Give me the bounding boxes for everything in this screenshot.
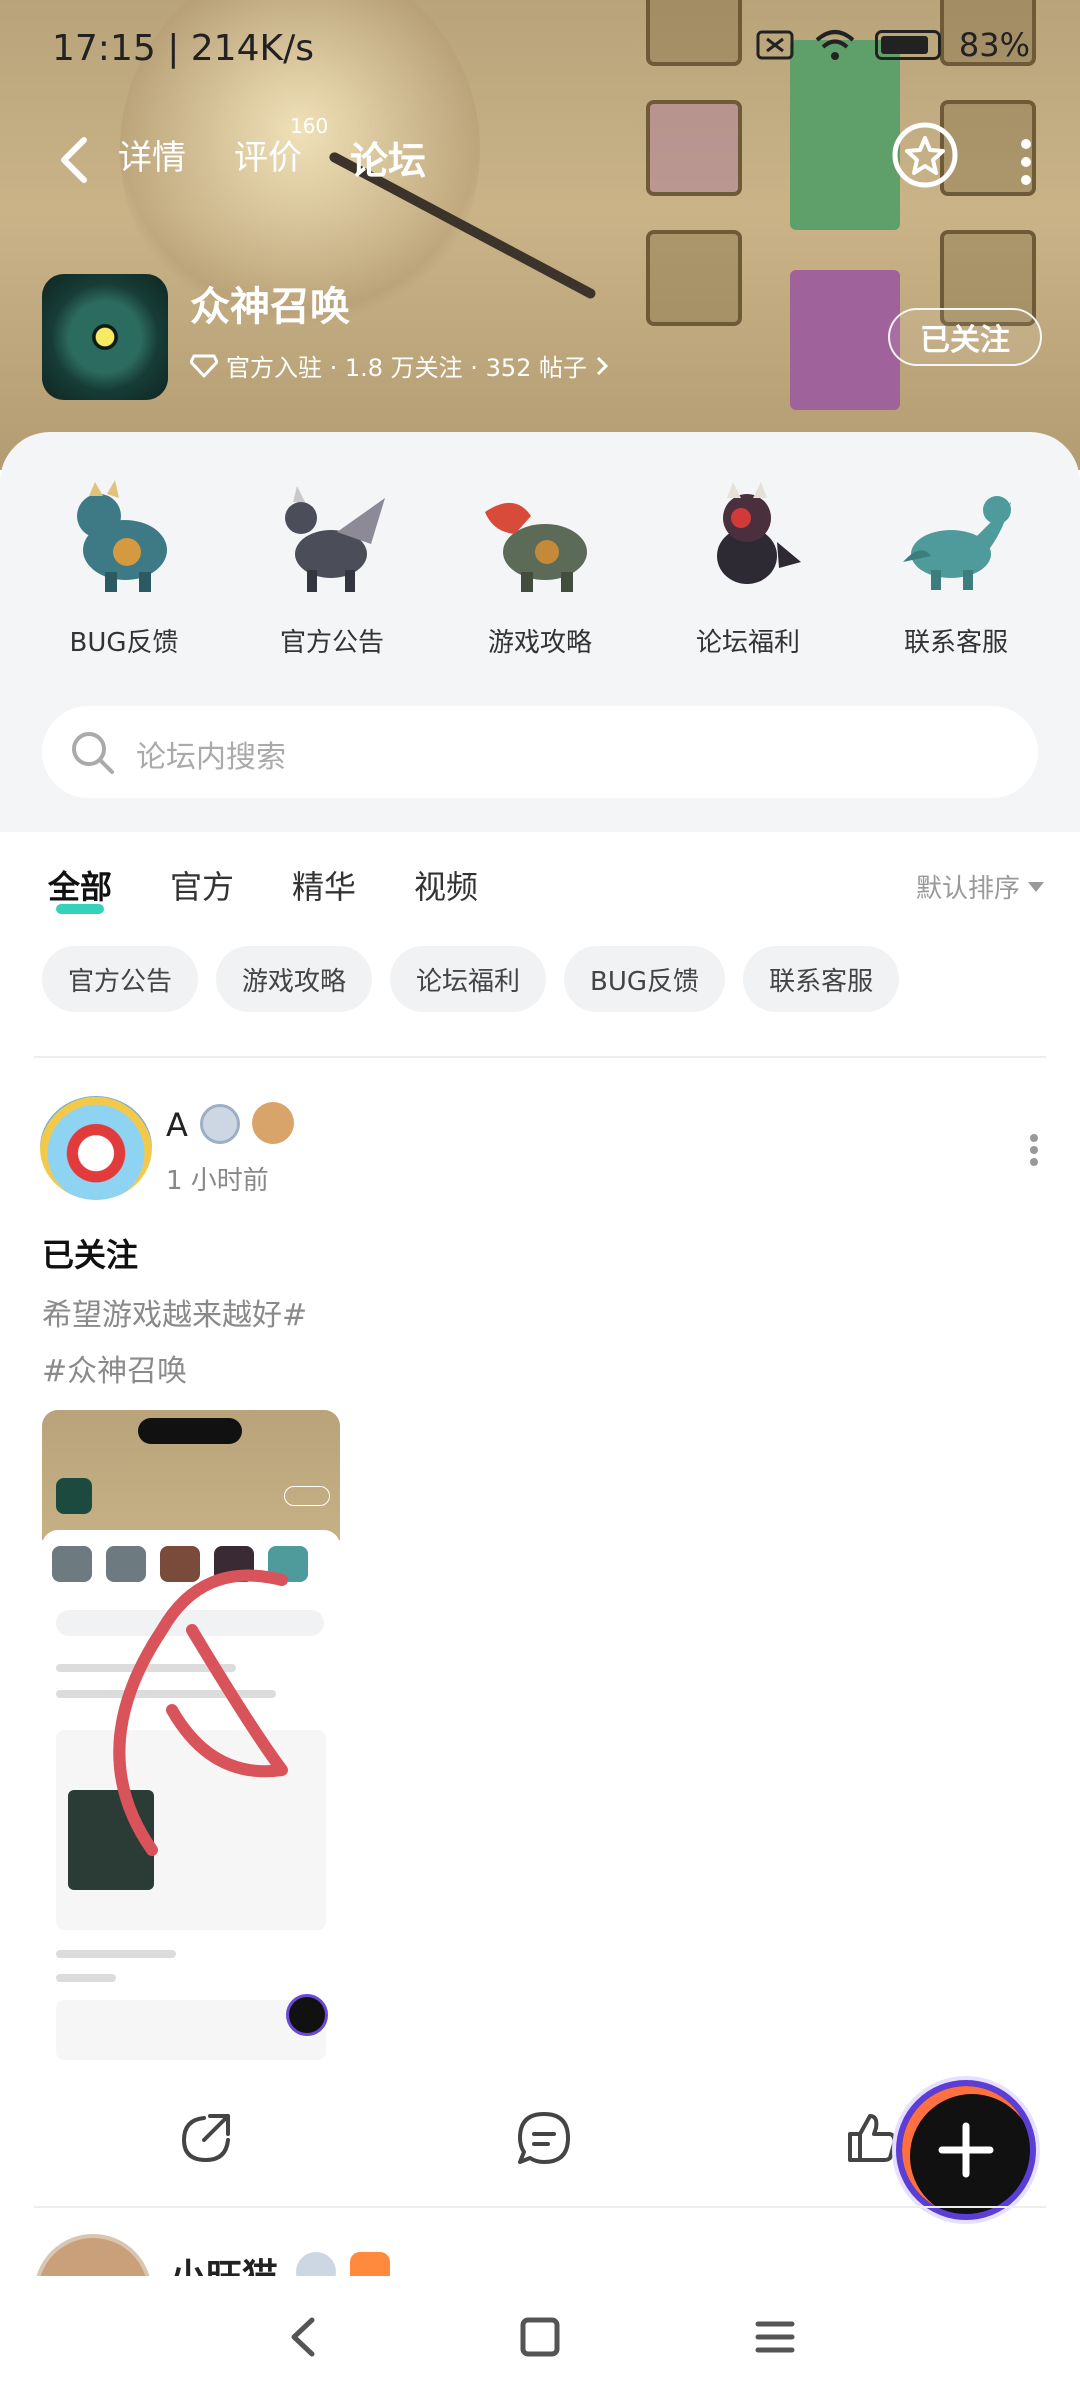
post-image-thumbnail[interactable]: [42, 1410, 340, 2070]
system-back-icon[interactable]: [280, 2312, 330, 2362]
system-navigation-bar: [0, 2276, 1080, 2400]
chip-announcements[interactable]: 官方公告: [42, 946, 199, 1012]
star-favorite-icon[interactable]: [890, 120, 960, 190]
divider: [34, 1056, 1046, 1058]
filter-tab-official[interactable]: 官方: [170, 862, 234, 908]
sort-dropdown[interactable]: 默认排序: [916, 868, 1044, 905]
chip-benefits[interactable]: 论坛福利: [390, 946, 547, 1012]
category-announcements[interactable]: 官方公告: [247, 472, 417, 659]
category-label: BUG反馈: [69, 628, 179, 658]
game-header-banner: 17:15 | 214K/s 83% 详情 评价 论坛 160 众神召唤 官方入…: [0, 0, 1080, 470]
game-meta[interactable]: 官方入驻 · 1.8 万关注 · 352 帖子: [190, 348, 609, 383]
post-time: 1 小时前: [166, 1166, 269, 1196]
dragon-teal-icon: [903, 496, 1011, 590]
more-vertical-icon[interactable]: [1016, 134, 1036, 190]
dragon-dark-icon: [285, 486, 385, 592]
category-label: 官方公告: [279, 628, 384, 658]
follow-button[interactable]: 已关注: [888, 308, 1042, 366]
filter-tab-video[interactable]: 视频: [414, 862, 478, 908]
like-thumb-icon[interactable]: [842, 2108, 902, 2168]
chip-bug-feedback[interactable]: BUG反馈: [564, 946, 726, 1012]
dragon-blue-icon: [77, 480, 167, 592]
tab-details[interactable]: 详情: [118, 130, 186, 185]
post-body-line: 希望游戏越来越好#: [42, 1298, 308, 1333]
search-input[interactable]: 论坛内搜索: [136, 732, 286, 776]
back-arrow-icon[interactable]: [50, 132, 100, 188]
chip-guides[interactable]: 游戏攻略: [216, 946, 373, 1012]
post-author-avatar[interactable]: [40, 1096, 152, 1200]
category-benefits[interactable]: 论坛福利: [663, 472, 833, 659]
filter-tab-all[interactable]: 全部: [48, 862, 112, 914]
character-badge-icon: [252, 1102, 294, 1144]
tab-reviews[interactable]: 评价: [234, 130, 302, 185]
caret-down-icon: [1028, 881, 1044, 892]
red-scribble-annotation: [113, 1569, 288, 1856]
category-label: 论坛福利: [695, 628, 800, 658]
more-vertical-icon[interactable]: [1028, 1132, 1040, 1168]
review-count-badge: 160: [290, 114, 329, 138]
forum-search-bar[interactable]: 论坛内搜索: [42, 706, 1038, 798]
chip-customer-service[interactable]: 联系客服: [743, 946, 900, 1012]
filter-tabs: 全部 官方 精华 视频: [48, 862, 478, 914]
category-bug-feedback[interactable]: BUG反馈: [39, 472, 209, 659]
dragon-red-icon: [485, 502, 587, 592]
diamond-verified-icon: [190, 354, 218, 377]
plus-icon: [938, 2122, 994, 2178]
tab-forum[interactable]: 论坛: [350, 130, 427, 191]
game-title: 众神召唤: [190, 284, 350, 330]
status-bar: 17:15 | 214K/s 83%: [0, 0, 1080, 100]
post-title[interactable]: 已关注: [42, 1230, 138, 1276]
chevron-right-icon: [596, 356, 609, 375]
forum-panel: BUG反馈 官方公告 游戏攻略 论坛福利 联系客服 论坛内搜索: [0, 432, 1080, 832]
top-nav: 详情 评价 论坛 160: [0, 114, 1080, 200]
sim-card-icon: [756, 30, 794, 60]
category-shortcuts: BUG反馈 官方公告 游戏攻略 论坛福利 联系客服: [0, 472, 1080, 659]
detail-tabs: 详情 评价 论坛: [118, 130, 427, 191]
game-app-icon: [42, 274, 168, 400]
dragon-purple-icon: [717, 482, 801, 584]
post-body[interactable]: 希望游戏越来越好# #众神召唤: [42, 1288, 307, 1400]
sort-label: 默认排序: [915, 874, 1020, 904]
game-info: 众神召唤 官方入驻 · 1.8 万关注 · 352 帖子 已关注: [42, 274, 1042, 400]
category-label: 游戏攻略: [487, 628, 592, 658]
divider: [34, 2206, 1046, 2208]
category-label: 联系客服: [903, 628, 1008, 658]
battery-level: 83%: [958, 26, 1030, 64]
category-customer-service[interactable]: 联系客服: [871, 472, 1041, 659]
game-meta-text: 官方入驻 · 1.8 万关注 · 352 帖子: [226, 354, 588, 382]
comment-icon[interactable]: [514, 2108, 574, 2168]
share-icon[interactable]: [176, 2108, 236, 2168]
system-menu-icon[interactable]: [750, 2312, 800, 2362]
wifi-icon: [815, 30, 855, 60]
level-badge-icon: [200, 1104, 240, 1144]
system-home-icon[interactable]: [515, 2312, 565, 2362]
topic-chips: 官方公告 游戏攻略 论坛福利 BUG反馈 联系客服: [42, 946, 900, 1012]
post-author-name[interactable]: A: [166, 1106, 188, 1144]
post-body-line: #众神召唤: [42, 1354, 188, 1389]
filter-tab-featured[interactable]: 精华: [292, 862, 356, 908]
status-time: 17:15 | 214K/s: [52, 28, 314, 69]
create-post-button[interactable]: [896, 2080, 1036, 2220]
battery-icon: [874, 30, 941, 60]
category-guides[interactable]: 游戏攻略: [455, 472, 625, 659]
search-icon: [72, 732, 114, 774]
